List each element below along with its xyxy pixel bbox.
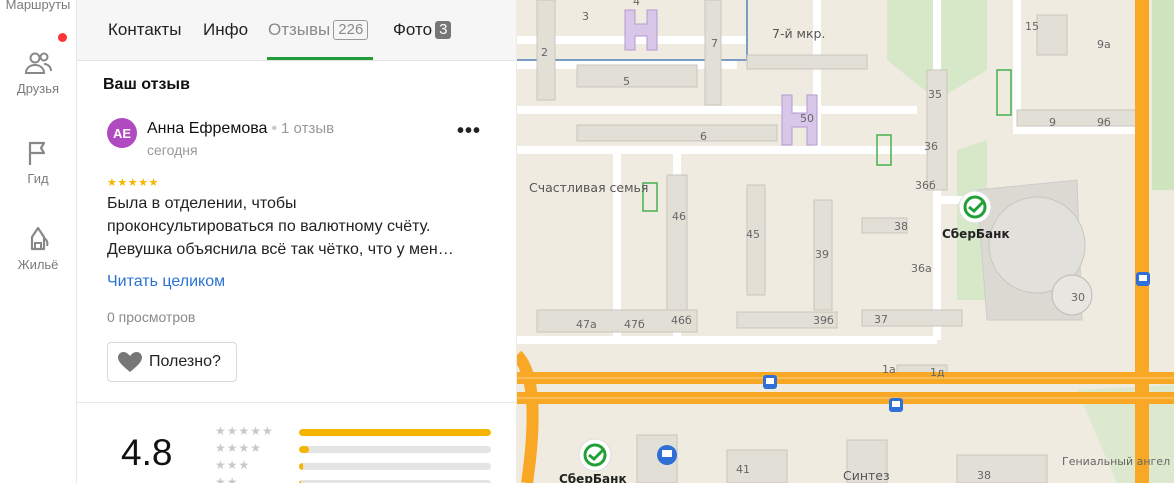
rail-item-friends[interactable]: Друзья <box>0 48 76 96</box>
house-number: 4 <box>633 0 640 8</box>
rating-bar <box>299 446 491 453</box>
house-number: 36а <box>911 262 932 275</box>
review-text: Была в отделении, чтобы проконсультирова… <box>107 192 492 261</box>
bank-label[interactable]: СберБанк <box>559 472 627 483</box>
rating-row-stars: ★★★ <box>215 458 251 472</box>
street-label: Гениальный ангел <box>1062 455 1170 468</box>
house-number: 47б <box>624 318 645 331</box>
read-more-link[interactable]: Читать целиком <box>107 273 225 291</box>
house-number: 6 <box>700 130 707 143</box>
author-name[interactable]: Анна Ефремова <box>147 120 267 137</box>
rating-row-stars: ★★ <box>215 475 239 483</box>
rail-item-label: Гид <box>27 171 49 186</box>
district-label: 7-й мкр. <box>772 26 825 41</box>
house-number: 9 <box>1049 116 1056 129</box>
tab-photos[interactable]: Фото 3 <box>393 20 452 40</box>
house-number: 37 <box>874 313 888 326</box>
review-stars: ★★★★★ <box>107 177 159 189</box>
bus-stop-icon[interactable] <box>1136 272 1150 286</box>
bank-label[interactable]: СберБанк <box>942 227 1010 241</box>
nav-rail: Маршруты Друзья Гид Жильё <box>0 0 77 483</box>
tab-reviews[interactable]: Отзывы 226 <box>268 20 369 40</box>
house-number: 1д <box>930 366 945 379</box>
house-number: 7 <box>711 37 718 50</box>
rail-item-label: Маршруты <box>5 0 71 12</box>
review-date: сегодня <box>147 142 198 158</box>
author-separator: • <box>271 120 278 137</box>
house-number: 15 <box>1025 20 1039 33</box>
rating-row-stars: ★★★★ <box>215 441 263 455</box>
overall-rating: 4.8 <box>121 432 173 473</box>
place-card-panel: Контакты Инфо Отзывы 226 Фото 3 Ваш отзыв … <box>77 0 516 483</box>
tab-contacts[interactable]: Контакты <box>108 20 181 40</box>
house-number: 2 <box>541 46 548 59</box>
active-tab-indicator <box>267 57 373 60</box>
rating-bar-fill <box>299 429 491 436</box>
house-number: 38 <box>977 469 991 482</box>
friends-icon <box>23 48 53 78</box>
house-number: 39б <box>813 314 834 327</box>
tab-bar: Контакты Инфо Отзывы 226 Фото 3 <box>77 0 516 61</box>
tab-photos-label: Фото <box>393 20 433 39</box>
poi-label[interactable]: Синтез <box>843 468 890 483</box>
house-number: 46б <box>671 314 692 327</box>
house-number: 47а <box>576 318 597 331</box>
review-text-line: проконсультироваться по валютному счёту. <box>107 218 431 235</box>
sberbank-marker-icon[interactable] <box>958 190 992 224</box>
author-line: Анна Ефремова • 1 отзыв <box>147 120 334 138</box>
house-number: 41 <box>736 463 750 476</box>
rail-item-guide[interactable]: Гид <box>0 138 76 186</box>
map-canvas[interactable]: 7-й мкр. Счастливая семья СберБанк СберБ… <box>517 0 1174 483</box>
rating-bar-fill <box>299 446 309 453</box>
house-number: 45 <box>746 228 760 241</box>
house-number: 36 <box>924 140 938 153</box>
house-number: 30 <box>1071 291 1085 304</box>
house-number: 50 <box>800 112 814 125</box>
rating-row-stars: ★★★★★ <box>215 424 274 438</box>
house-number: 9а <box>1097 38 1111 51</box>
your-review-title: Ваш отзыв <box>103 76 190 93</box>
map-svg[interactable]: 7-й мкр. Счастливая семья СберБанк СберБ… <box>517 0 1174 483</box>
house-number: 3 <box>582 10 589 23</box>
house-number: 36б <box>915 179 936 192</box>
author-review-count: 1 отзыв <box>281 120 335 137</box>
house-number: 35 <box>928 88 942 101</box>
house-number: 1а <box>882 363 896 376</box>
house-number: 38 <box>894 220 908 233</box>
house-number: 5 <box>623 75 630 88</box>
photos-count-badge: 3 <box>435 21 452 39</box>
house-number: 9б <box>1097 116 1111 129</box>
tab-info[interactable]: Инфо <box>203 20 248 40</box>
rail-item-label: Жильё <box>17 257 59 272</box>
rail-item-label: Друзья <box>16 81 60 96</box>
rating-bar-fill <box>299 463 303 470</box>
avatar[interactable]: АЕ <box>107 118 137 148</box>
divider <box>77 402 516 403</box>
rail-item-routes[interactable]: Маршруты <box>0 0 76 12</box>
review-text-line: Девушка объяснила всё так чётко, что у м… <box>107 241 454 258</box>
park-area <box>1152 0 1174 190</box>
rating-bar <box>299 429 491 436</box>
notification-dot <box>58 33 67 42</box>
sberbank-marker-icon[interactable] <box>578 438 612 472</box>
helpful-button[interactable]: Полезно? <box>107 342 237 382</box>
helpful-label: Полезно? <box>149 353 221 370</box>
views-count: 0 просмотров <box>107 309 196 325</box>
housing-icon <box>23 224 53 254</box>
review-text-line: Была в отделении, чтобы <box>107 195 297 212</box>
more-options-button[interactable]: ••• <box>457 120 481 143</box>
rail-item-housing[interactable]: Жильё <box>0 224 76 272</box>
poi-label[interactable]: Счастливая семья <box>529 180 648 195</box>
rating-bar <box>299 463 491 470</box>
reviews-count-badge: 226 <box>333 20 369 40</box>
house-number: 46 <box>672 210 686 223</box>
heart-icon <box>118 352 142 372</box>
flag-icon <box>23 138 53 168</box>
bus-stop-icon[interactable] <box>889 398 903 412</box>
tab-reviews-label: Отзывы <box>268 20 331 39</box>
house-number: 39 <box>815 248 829 261</box>
bus-stop-icon[interactable] <box>763 375 777 389</box>
bus-stop-icon[interactable] <box>657 445 677 465</box>
